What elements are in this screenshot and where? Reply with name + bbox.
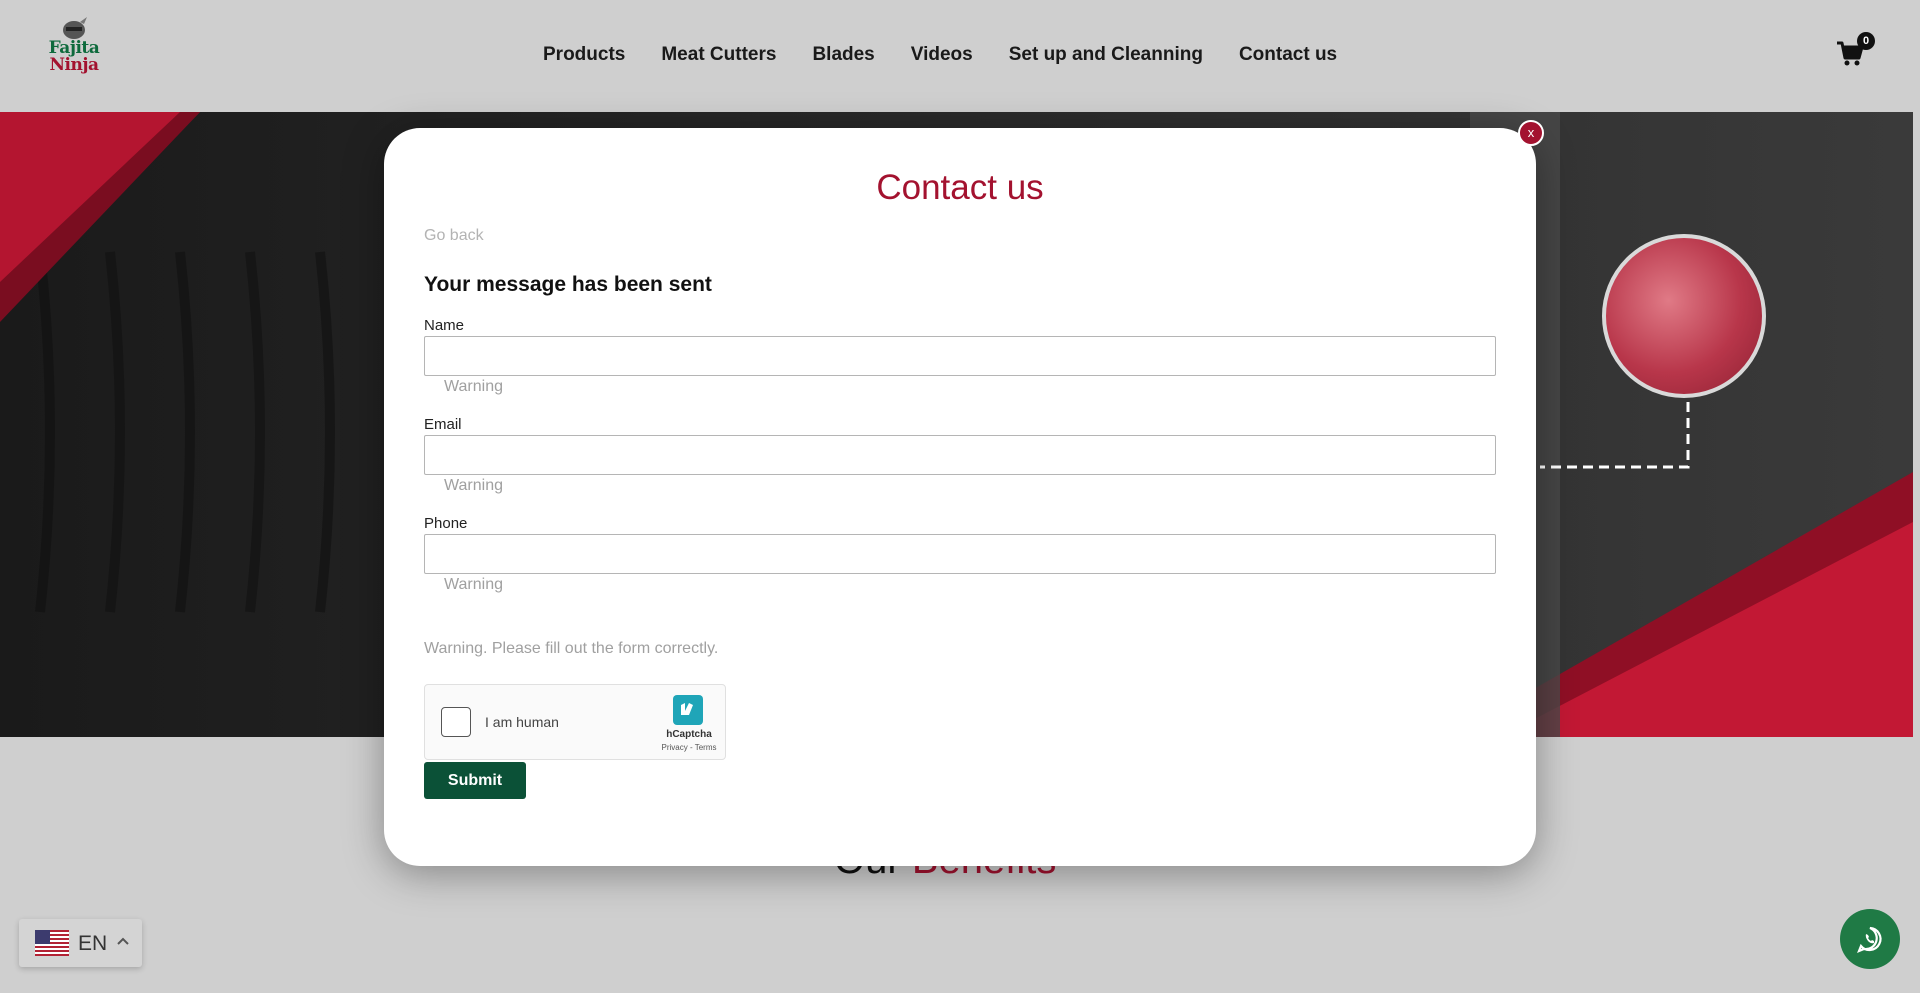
ninja-icon	[63, 17, 87, 39]
nav-contact-us[interactable]: Contact us	[1239, 44, 1337, 66]
nav-setup-cleaning[interactable]: Set up and Cleanning	[1009, 44, 1203, 66]
submit-button[interactable]: Submit	[424, 762, 526, 799]
phone-field[interactable]	[424, 534, 1496, 574]
language-code: EN	[78, 932, 108, 955]
phone-label: Phone	[424, 515, 468, 532]
email-warning: Warning	[444, 477, 503, 494]
go-back-link[interactable]: Go back	[424, 227, 484, 245]
captcha-links[interactable]: Privacy - Terms	[651, 743, 727, 752]
modal-title: Contact us	[876, 168, 1044, 207]
hcaptcha-widget: I am human hCaptcha Privacy - Terms	[424, 684, 726, 760]
email-field[interactable]	[424, 435, 1496, 475]
whatsapp-icon	[1857, 926, 1882, 953]
captcha-brand: hCaptcha	[666, 729, 712, 740]
close-icon[interactable]: x	[1518, 120, 1544, 146]
us-flag-icon	[35, 930, 69, 956]
nav-meat-cutters[interactable]: Meat Cutters	[661, 44, 776, 66]
main-nav: Products Meat Cutters Blades Videos Set …	[543, 44, 1373, 66]
cart-count-badge: 0	[1857, 32, 1875, 50]
form-warning: Warning. Please fill out the form correc…	[424, 640, 719, 657]
name-label: Name	[424, 317, 465, 334]
captcha-label: I am human	[485, 714, 559, 730]
hcaptcha-icon	[673, 695, 703, 725]
logo-line-2: Ninja	[49, 55, 99, 75]
site-logo[interactable]: Fajita Ninja	[38, 14, 110, 86]
email-label: Email	[424, 416, 462, 433]
meat-closeup-image	[1602, 234, 1766, 398]
site-header: Fajita Ninja Products Meat Cutters Blade…	[0, 0, 1920, 112]
nav-videos[interactable]: Videos	[911, 44, 973, 66]
captcha-checkbox[interactable]	[441, 707, 471, 737]
nav-products[interactable]: Products	[543, 44, 625, 66]
whatsapp-button[interactable]	[1840, 909, 1900, 969]
language-switcher[interactable]: EN	[19, 919, 142, 967]
phone-warning: Warning	[444, 576, 503, 593]
logo-wordmark: Fajita Ninja	[38, 40, 110, 74]
name-warning: Warning	[444, 378, 503, 395]
nav-blades[interactable]: Blades	[812, 44, 874, 66]
chevron-up-icon	[117, 937, 129, 945]
name-field[interactable]	[424, 336, 1496, 376]
contact-modal: Contact us Go back Your message has been…	[384, 128, 1536, 866]
sent-confirmation: Your message has been sent	[424, 273, 712, 296]
